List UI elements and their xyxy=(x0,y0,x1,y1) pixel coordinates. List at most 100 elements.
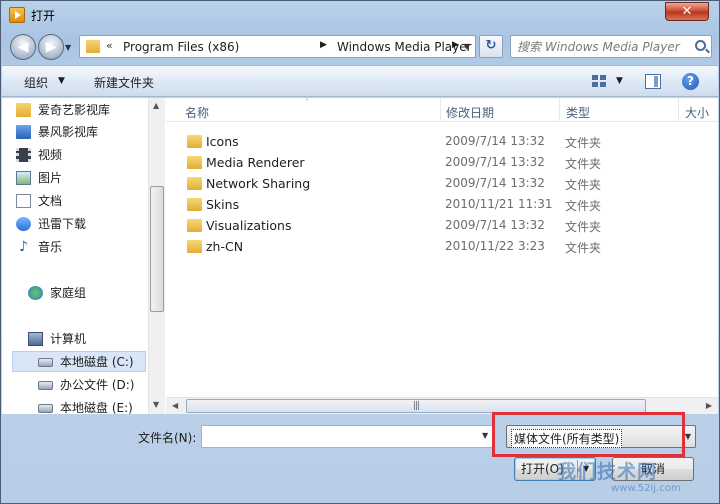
sidebar-item-label: 迅雷下载 xyxy=(38,217,87,231)
file-list: ˄ 名称 修改日期 类型 大小 Icons 2009/7/14 13:32 文件… xyxy=(166,98,718,414)
organize-button[interactable]: 组织 xyxy=(24,74,48,91)
file-type: 文件夹 xyxy=(565,199,602,213)
open-file-dialog: 打开 ✕ ◀ ▶ ▼ « Program Files (x86) ▶ Windo… xyxy=(0,0,720,504)
file-modified: 2009/7/14 13:32 xyxy=(445,176,545,190)
column-header-modified[interactable]: 修改日期 xyxy=(446,104,494,121)
sidebar-item-label: 本地磁盘 (E:) xyxy=(60,401,133,414)
file-type: 文件夹 xyxy=(565,241,602,255)
sidebar-item-computer[interactable]: 计算机 xyxy=(28,330,87,350)
sidebar-item-label: 家庭组 xyxy=(50,286,87,300)
sidebar-item-label: 视频 xyxy=(38,148,63,162)
column-divider[interactable] xyxy=(678,98,679,122)
sidebar-item-music[interactable]: ♪ 音乐 xyxy=(19,238,62,258)
table-row[interactable]: Network Sharing 2009/7/14 13:32 文件夹 xyxy=(166,173,718,194)
new-folder-button[interactable]: 新建文件夹 xyxy=(94,74,154,91)
media-player-icon xyxy=(9,7,25,23)
sort-ascending-icon: ˄ xyxy=(305,98,309,107)
breadcrumb-program-files[interactable]: Program Files (x86) xyxy=(123,40,239,54)
breadcrumb-overflow-chevron[interactable]: « xyxy=(106,39,113,52)
sidebar-item-label: 文档 xyxy=(38,194,63,208)
file-name: Media Renderer xyxy=(206,155,305,170)
history-dropdown-icon[interactable]: ▼ xyxy=(65,43,75,53)
highlight-annotation-box xyxy=(492,412,685,457)
drive-icon xyxy=(38,404,53,413)
file-type: 文件夹 xyxy=(565,157,602,171)
table-row[interactable]: Skins 2010/11/21 11:31 文件夹 xyxy=(166,194,718,215)
sidebar-item-documents[interactable]: 文档 xyxy=(16,192,63,212)
close-button[interactable]: ✕ xyxy=(665,2,709,21)
sidebar-item-label: 办公文件 (D:) xyxy=(60,378,135,392)
open-button-label: 打开(O) xyxy=(521,462,564,476)
music-icon: ♪ xyxy=(19,239,28,255)
search-box[interactable] xyxy=(510,35,712,58)
scroll-right-icon[interactable]: ▶ xyxy=(706,401,712,410)
table-row[interactable]: zh-CN 2010/11/22 3:23 文件夹 xyxy=(166,236,718,257)
scrollbar-thumb[interactable] xyxy=(150,186,164,312)
file-modified: 2009/7/14 13:32 xyxy=(445,155,545,169)
address-bar[interactable]: « Program Files (x86) ▶ Windows Media Pl… xyxy=(79,35,476,58)
sidebar-item-drive-e[interactable]: 本地磁盘 (E:) xyxy=(38,399,133,414)
open-button[interactable]: 打开(O) ▼ xyxy=(514,457,596,481)
navigation-scrollbar[interactable]: ▲ ▼ xyxy=(148,98,165,414)
column-divider[interactable] xyxy=(559,98,560,122)
search-input[interactable] xyxy=(511,36,691,57)
search-icon[interactable] xyxy=(695,40,706,51)
back-button[interactable]: ◀ xyxy=(10,34,36,60)
file-modified: 2010/11/21 11:31 xyxy=(445,197,553,211)
sidebar-item-label: 暴风影视库 xyxy=(38,125,99,139)
sidebar-item-iqiyi-library[interactable]: 爱奇艺影视库 xyxy=(16,101,111,121)
chevron-down-icon[interactable]: ▼ xyxy=(616,76,623,86)
sidebar-item-drive-d[interactable]: 办公文件 (D:) xyxy=(38,376,135,396)
sidebar-item-label: 图片 xyxy=(38,171,63,185)
sidebar-item-videos[interactable]: 视频 xyxy=(16,146,63,166)
column-divider[interactable] xyxy=(440,98,441,122)
help-icon[interactable]: ? xyxy=(682,73,699,90)
sidebar-item-label: 爱奇艺影视库 xyxy=(38,103,111,117)
sidebar-item-baofeng-library[interactable]: 暴风影视库 xyxy=(16,123,99,143)
drive-icon xyxy=(38,358,53,367)
chevron-down-icon[interactable]: ▼ xyxy=(685,432,691,441)
cancel-button[interactable]: 取消 xyxy=(612,457,694,481)
file-type: 文件夹 xyxy=(565,220,602,234)
forward-button[interactable]: ▶ xyxy=(38,34,64,60)
sidebar-item-xunlei-downloads[interactable]: 迅雷下载 xyxy=(16,215,87,235)
filename-dropdown-icon[interactable]: ▼ xyxy=(482,431,488,440)
scroll-left-icon[interactable]: ◀ xyxy=(172,401,178,410)
documents-icon xyxy=(16,194,31,208)
scrollbar-thumb[interactable]: ||| xyxy=(186,399,646,413)
file-modified: 2009/7/14 13:32 xyxy=(445,218,545,232)
title-bar: 打开 ✕ xyxy=(1,1,719,29)
chevron-down-icon[interactable]: ▼ xyxy=(58,76,65,86)
window-title: 打开 xyxy=(31,9,56,23)
sidebar-item-label: 计算机 xyxy=(50,332,87,346)
scroll-up-icon[interactable]: ▲ xyxy=(153,101,159,110)
column-header-row: ˄ 名称 修改日期 类型 大小 xyxy=(166,98,718,122)
refresh-button[interactable]: ↻ xyxy=(479,35,503,58)
file-name: Icons xyxy=(206,134,239,149)
sidebar-item-drive-c[interactable]: 本地磁盘 (C:) xyxy=(38,353,134,373)
address-dropdown-icon[interactable]: ▼ xyxy=(464,42,470,51)
file-name: Network Sharing xyxy=(206,176,311,191)
chevron-down-icon[interactable]: ▼ xyxy=(583,458,589,480)
download-icon xyxy=(16,217,31,231)
table-row[interactable]: Visualizations 2009/7/14 13:32 文件夹 xyxy=(166,215,718,236)
table-row[interactable]: Icons 2009/7/14 13:32 文件夹 xyxy=(166,131,718,152)
address-row: ◀ ▶ ▼ « Program Files (x86) ▶ Windows Me… xyxy=(1,29,719,65)
sidebar-item-pictures[interactable]: 图片 xyxy=(16,169,63,189)
table-row[interactable]: Media Renderer 2009/7/14 13:32 文件夹 xyxy=(166,152,718,173)
split-divider xyxy=(577,460,578,478)
content-area: 爱奇艺影视库 暴风影视库 视频 图片 文档 迅雷下载 ♪ 音乐 家庭组 计算机 … xyxy=(2,98,718,414)
column-header-type[interactable]: 类型 xyxy=(566,104,590,121)
column-header-name[interactable]: 名称 xyxy=(185,104,209,121)
media-library-icon xyxy=(16,125,31,139)
preview-pane-icon[interactable] xyxy=(645,74,661,89)
breadcrumb-separator-icon[interactable]: ▶ xyxy=(452,40,459,50)
change-view-icon[interactable] xyxy=(592,75,608,89)
filename-input[interactable] xyxy=(201,425,493,448)
video-icon xyxy=(16,148,31,162)
scroll-down-icon[interactable]: ▼ xyxy=(153,400,159,409)
breadcrumb-separator-icon[interactable]: ▶ xyxy=(320,40,327,50)
folder-icon xyxy=(187,156,202,169)
column-header-size[interactable]: 大小 xyxy=(685,104,709,121)
sidebar-item-homegroup[interactable]: 家庭组 xyxy=(28,284,87,304)
